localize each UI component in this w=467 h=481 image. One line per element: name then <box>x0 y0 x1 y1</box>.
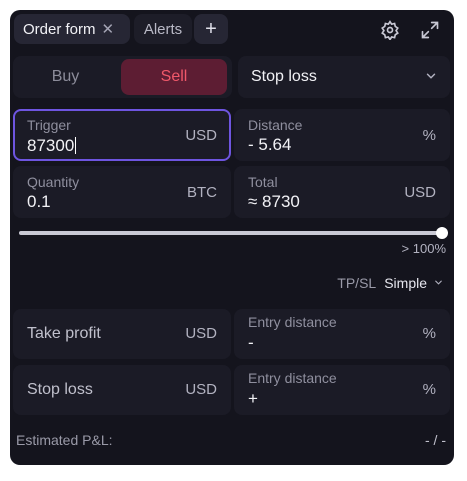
tp-entry-distance-input[interactable]: - <box>248 333 254 353</box>
quantity-slider-handle[interactable] <box>436 227 448 239</box>
tp-entry-distance-field[interactable]: Entry distance - % <box>234 309 450 359</box>
tpsl-label: TP/SL <box>337 275 377 291</box>
tpsl-mode-value: Simple <box>384 275 427 291</box>
quantity-field[interactable]: Quantity 0.1 BTC <box>13 166 231 218</box>
tp-entry-distance-label: Entry distance <box>248 314 337 330</box>
sell-button[interactable]: Sell <box>121 59 227 95</box>
stop-loss-label: Stop loss <box>27 381 93 398</box>
take-profit-label: Take profit <box>27 325 101 342</box>
total-label: Total <box>248 174 278 190</box>
side-toggle: Buy Sell <box>13 56 232 98</box>
close-icon[interactable]: ✕ <box>102 20 115 38</box>
buy-button[interactable]: Buy <box>13 56 118 98</box>
quantity-input[interactable]: 0.1 <box>27 192 51 212</box>
order-type-value: Stop loss <box>251 68 317 85</box>
distance-field[interactable]: Distance - 5.64 % <box>234 109 450 161</box>
tab-bar: Order form ✕ Alerts + <box>10 10 454 50</box>
estimated-pnl-value: - / - <box>425 432 446 448</box>
trigger-label: Trigger <box>27 117 71 133</box>
trigger-unit: USD <box>185 127 217 144</box>
quantity-slider-track[interactable] <box>19 231 443 235</box>
total-input[interactable]: ≈ 8730 <box>248 192 300 212</box>
sl-entry-distance-input[interactable]: + <box>248 389 258 409</box>
expand-icon[interactable] <box>418 18 442 42</box>
stop-loss-unit: USD <box>185 381 217 398</box>
quantity-label: Quantity <box>27 174 80 190</box>
chevron-down-icon <box>433 275 444 291</box>
estimated-pnl-label: Estimated P&L: <box>16 432 113 448</box>
trigger-input[interactable]: 87300 <box>27 136 77 156</box>
stop-loss-field[interactable]: Stop loss USD <box>13 365 231 415</box>
tpsl-mode-select[interactable]: TP/SL Simple <box>337 275 444 291</box>
distance-input[interactable]: - 5.64 <box>248 135 291 155</box>
trigger-field[interactable]: Trigger 87300 USD <box>13 109 231 161</box>
chevron-down-icon <box>424 69 438 88</box>
tab-order-form-label: Order form <box>23 20 96 38</box>
quantity-unit: BTC <box>187 184 217 201</box>
sl-entry-distance-field[interactable]: Entry distance + % <box>234 365 450 415</box>
total-field[interactable]: Total ≈ 8730 USD <box>234 166 450 218</box>
slider-percent: > 100% <box>401 241 446 256</box>
tp-entry-distance-unit: % <box>422 325 436 342</box>
total-unit: USD <box>404 184 436 201</box>
add-tab-button[interactable]: + <box>194 14 228 44</box>
order-panel: Order form ✕ Alerts + Buy Sell Stop loss… <box>10 10 454 465</box>
order-type-select[interactable]: Stop loss <box>238 56 450 98</box>
sl-entry-distance-label: Entry distance <box>248 370 337 386</box>
sl-entry-distance-unit: % <box>422 381 436 398</box>
tab-alerts[interactable]: Alerts <box>134 14 192 44</box>
take-profit-field[interactable]: Take profit USD <box>13 309 231 359</box>
gear-icon[interactable] <box>378 18 402 42</box>
distance-label: Distance <box>248 117 303 133</box>
take-profit-unit: USD <box>185 325 217 342</box>
tab-order-form[interactable]: Order form ✕ <box>14 14 130 44</box>
distance-unit: % <box>422 127 436 144</box>
